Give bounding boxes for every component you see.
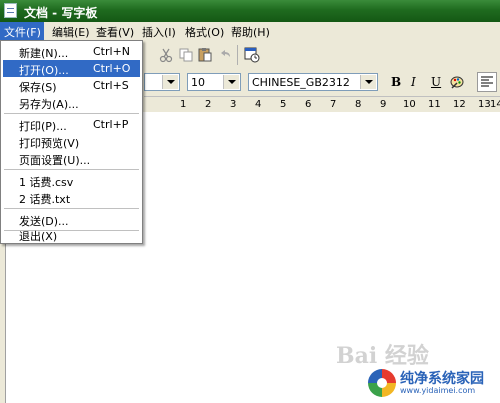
ruler-number: 1: [180, 99, 187, 110]
baidu-watermark: Bai 经验: [336, 343, 429, 369]
site-logo-icon: [368, 369, 396, 397]
align-left-button[interactable]: [477, 72, 497, 92]
menu-separator: [4, 169, 139, 170]
toolbar-separator: [237, 45, 238, 65]
paste-icon[interactable]: [197, 47, 213, 63]
insert-date-time-icon[interactable]: [244, 47, 260, 63]
ruler-number: 4: [255, 99, 262, 110]
ruler-number: 6: [305, 99, 312, 110]
window-title: 文档 - 写字板: [24, 6, 98, 20]
wordpad-app-icon[interactable]: [4, 3, 17, 18]
menu-file[interactable]: 文件(F): [0, 22, 44, 40]
script-combo[interactable]: CHINESE_GB2312: [248, 73, 378, 91]
chevron-down-icon[interactable]: [360, 75, 376, 89]
menu-item-save-as[interactable]: 另存为(A)...: [3, 94, 140, 111]
menu-view[interactable]: 查看(V): [96, 24, 134, 40]
menu-item-page-setup[interactable]: 页面设置(U)...: [3, 150, 140, 167]
ruler-number: 11: [428, 99, 441, 110]
menu-item-save[interactable]: 保存(S) Ctrl+S: [3, 77, 140, 94]
menu-item-print[interactable]: 打印(P)... Ctrl+P: [3, 116, 140, 133]
chevron-down-icon[interactable]: [223, 75, 239, 89]
menu-separator: [4, 113, 139, 114]
font-name-combo[interactable]: [144, 73, 180, 91]
menu-item-new[interactable]: 新建(N)... Ctrl+N: [3, 43, 140, 60]
ruler-number: 12: [453, 99, 466, 110]
ruler-number: 5: [280, 99, 287, 110]
underline-button[interactable]: U: [431, 75, 441, 89]
menu-insert[interactable]: 插入(I): [142, 24, 176, 40]
menu-item-print-preview[interactable]: 打印预览(V): [3, 133, 140, 150]
ruler-number: 2: [205, 99, 212, 110]
menu-edit[interactable]: 编辑(E): [52, 24, 90, 40]
chevron-down-icon[interactable]: [162, 75, 178, 89]
site-watermark: 纯净系统家园 www.yidaimei.com: [366, 368, 496, 398]
format-toolbar: 10 CHINESE_GB2312: [144, 70, 500, 96]
menu-item-recent-1[interactable]: 1 话费.csv: [3, 172, 140, 189]
menu-help[interactable]: 帮助(H): [231, 24, 270, 40]
menu-item-open[interactable]: 打开(O)... Ctrl+O: [3, 60, 140, 77]
menu-bar: 文件(F) 编辑(E) 查看(V) 插入(I) 格式(O) 帮助(H): [0, 22, 500, 40]
standard-toolbar: [144, 40, 500, 70]
menu-format[interactable]: 格式(O): [185, 24, 224, 40]
ruler-number: 13: [478, 99, 491, 110]
file-menu-dropdown: 新建(N)... Ctrl+N 打开(O)... Ctrl+O 保存(S) Ct…: [0, 40, 143, 244]
ruler-number: 8: [355, 99, 362, 110]
ruler[interactable]: 1 2 3 4 5 6 7 8 9 10 11 12 13 14: [144, 96, 500, 113]
copy-icon[interactable]: [178, 47, 194, 63]
italic-button[interactable]: I: [411, 75, 416, 89]
bold-button[interactable]: B: [391, 75, 401, 89]
site-url: www.yidaimei.com: [400, 386, 476, 395]
menu-item-exit[interactable]: 退出(X): [3, 226, 140, 243]
site-name: 纯净系统家园: [400, 371, 484, 387]
cut-icon[interactable]: [158, 47, 174, 63]
ruler-number: 14: [490, 99, 500, 110]
undo-icon[interactable]: [217, 47, 233, 63]
ruler-number: 3: [230, 99, 237, 110]
menu-item-recent-2[interactable]: 2 话费.txt: [3, 189, 140, 206]
align-left-icon: [481, 76, 493, 87]
title-bar[interactable]: 文档 - 写字板: [0, 0, 500, 22]
font-size-combo[interactable]: 10: [187, 73, 241, 91]
color-palette-icon[interactable]: [449, 74, 465, 90]
ruler-number: 10: [403, 99, 416, 110]
menu-separator: [4, 208, 139, 209]
ruler-number: 7: [330, 99, 337, 110]
ruler-number: 9: [380, 99, 387, 110]
